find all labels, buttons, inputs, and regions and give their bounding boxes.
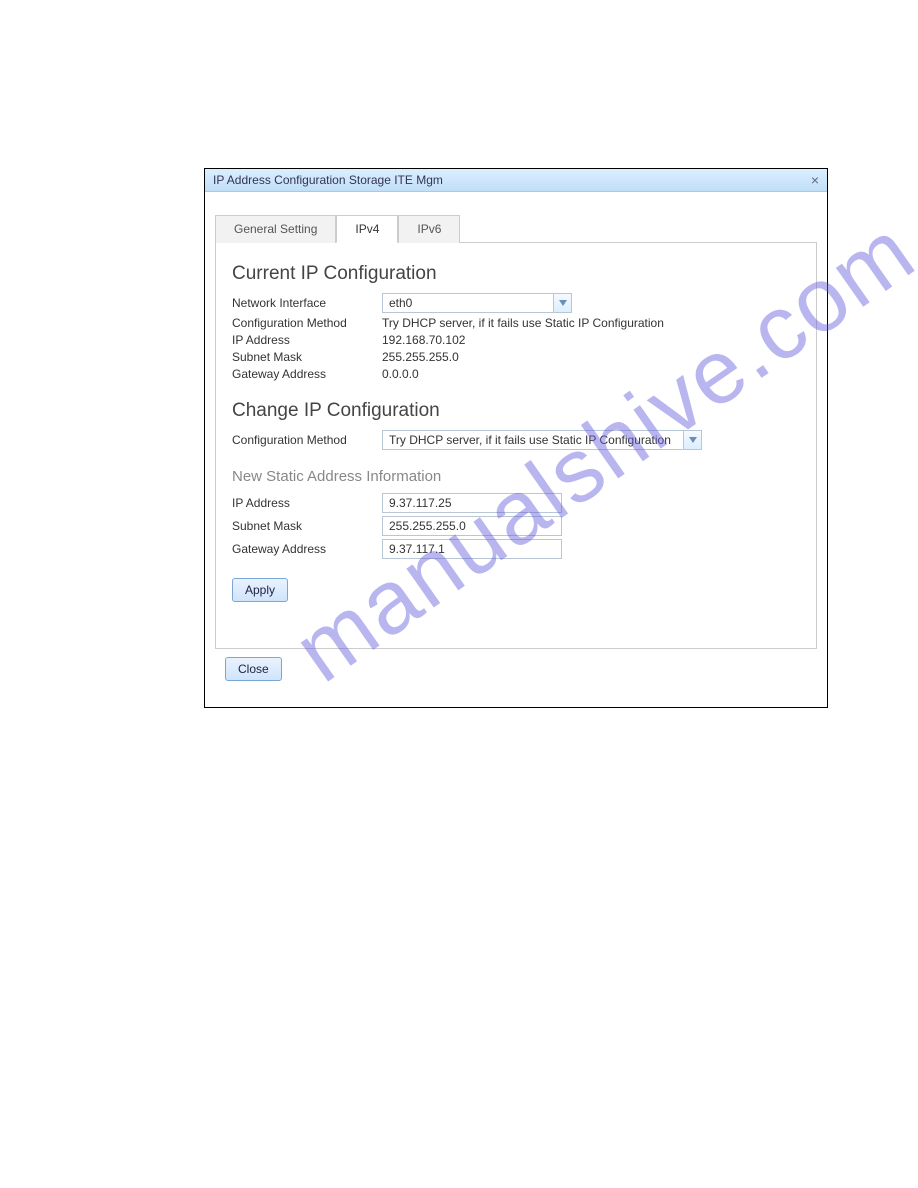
apply-button[interactable]: Apply — [232, 578, 288, 602]
network-interface-value[interactable] — [383, 294, 553, 312]
change-config-method-value[interactable] — [383, 431, 683, 449]
current-ip-label: IP Address — [232, 333, 382, 347]
tab-ipv4[interactable]: IPv4 — [336, 215, 398, 243]
row-current-gateway: Gateway Address 0.0.0.0 — [232, 367, 800, 381]
row-network-interface: Network Interface — [232, 293, 800, 313]
row-current-subnet: Subnet Mask 255.255.255.0 — [232, 350, 800, 364]
row-change-config-method: Configuration Method — [232, 430, 800, 450]
current-gateway-label: Gateway Address — [232, 367, 382, 381]
network-interface-label: Network Interface — [232, 296, 382, 310]
dialog-body: General Setting IPv4 IPv6 Current IP Con… — [205, 192, 827, 707]
change-config-method-select[interactable] — [382, 430, 702, 450]
current-config-method-label: Configuration Method — [232, 316, 382, 330]
new-ip-input[interactable] — [382, 493, 562, 513]
dialog-title: IP Address Configuration Storage ITE Mgm — [213, 173, 443, 187]
new-ip-label: IP Address — [232, 496, 382, 510]
row-current-config-method: Configuration Method Try DHCP server, if… — [232, 316, 800, 330]
tab-bar: General Setting IPv4 IPv6 — [215, 214, 817, 243]
current-ip-value: 192.168.70.102 — [382, 333, 465, 347]
chevron-down-icon[interactable] — [553, 294, 571, 312]
new-gateway-input[interactable] — [382, 539, 562, 559]
new-subnet-label: Subnet Mask — [232, 519, 382, 533]
current-subnet-label: Subnet Mask — [232, 350, 382, 364]
current-gateway-value: 0.0.0.0 — [382, 367, 419, 381]
new-static-heading: New Static Address Information — [232, 468, 800, 485]
ipv4-panel: Current IP Configuration Network Interfa… — [215, 243, 817, 649]
current-subnet-value: 255.255.255.0 — [382, 350, 459, 364]
current-config-heading: Current IP Configuration — [232, 263, 800, 285]
row-new-ip: IP Address — [232, 493, 800, 513]
chevron-down-icon[interactable] — [683, 431, 701, 449]
current-config-method-value: Try DHCP server, if it fails use Static … — [382, 316, 664, 330]
ip-config-dialog: IP Address Configuration Storage ITE Mgm… — [204, 168, 828, 708]
change-config-heading: Change IP Configuration — [232, 400, 800, 422]
change-config-method-label: Configuration Method — [232, 433, 382, 447]
close-button[interactable]: Close — [225, 657, 282, 681]
close-icon[interactable]: × — [811, 173, 819, 187]
tab-general-setting[interactable]: General Setting — [215, 215, 336, 243]
new-gateway-label: Gateway Address — [232, 542, 382, 556]
row-new-gateway: Gateway Address — [232, 539, 800, 559]
row-current-ip: IP Address 192.168.70.102 — [232, 333, 800, 347]
row-new-subnet: Subnet Mask — [232, 516, 800, 536]
dialog-titlebar: IP Address Configuration Storage ITE Mgm… — [205, 169, 827, 192]
new-subnet-input[interactable] — [382, 516, 562, 536]
tab-ipv6[interactable]: IPv6 — [398, 215, 460, 243]
dialog-footer: Close — [215, 649, 817, 693]
network-interface-select[interactable] — [382, 293, 572, 313]
